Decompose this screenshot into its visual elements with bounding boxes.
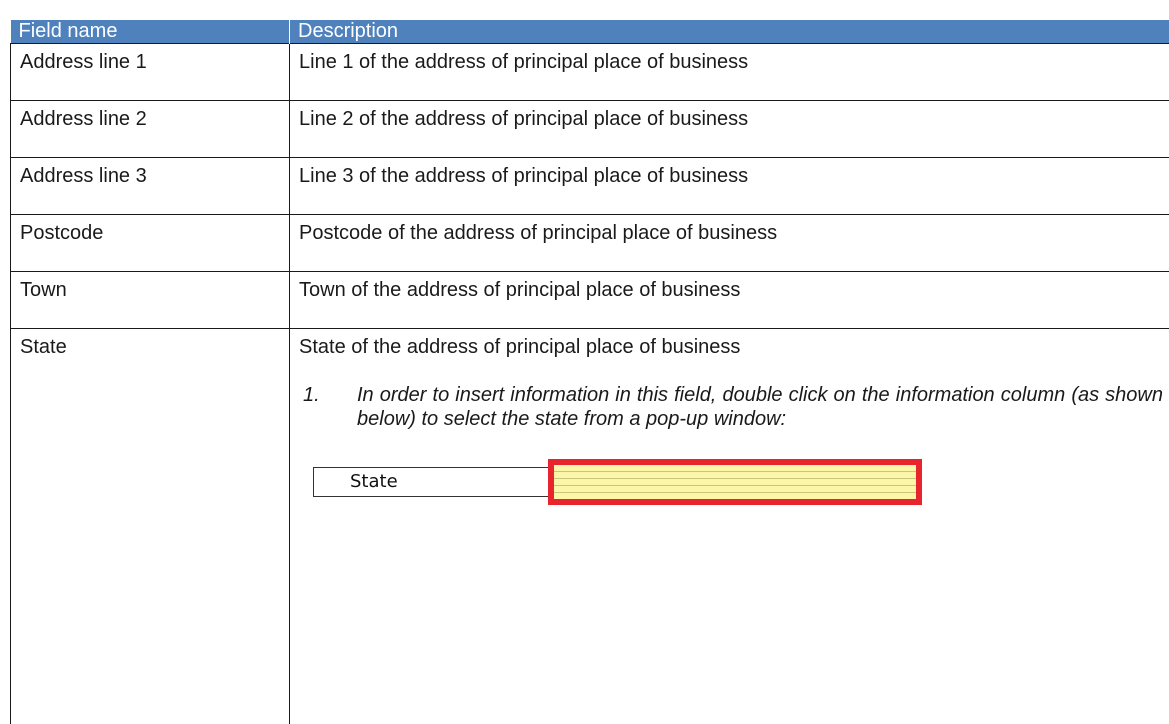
table-row: Address line 2 Line 2 of the address of … (11, 101, 1169, 158)
table-row: Town Town of the address of principal pl… (11, 272, 1169, 329)
state-input-field[interactable] (548, 459, 922, 505)
description-cell: Line 1 of the address of principal place… (290, 44, 1169, 101)
table-header-row: Field name Description (11, 20, 1169, 44)
state-field-label: State (313, 467, 549, 497)
description-cell: State of the address of principal place … (290, 329, 1169, 724)
field-name-cell: State (11, 329, 290, 724)
instruction-note: 1. In order to insert information in thi… (303, 383, 1163, 431)
table-row: Postcode Postcode of the address of prin… (11, 215, 1169, 272)
description-cell: Line 3 of the address of principal place… (290, 158, 1169, 215)
field-description-table: Field name Description Address line 1 Li… (10, 20, 1169, 724)
field-name-cell: Address line 2 (11, 101, 290, 158)
description-cell: Town of the address of principal place o… (290, 272, 1169, 329)
table-row: State State of the address of principal … (11, 329, 1169, 724)
table-row: Address line 1 Line 1 of the address of … (11, 44, 1169, 101)
description-cell: Line 2 of the address of principal place… (290, 101, 1169, 158)
column-header-field-name: Field name (11, 20, 290, 44)
note-number: 1. (303, 383, 357, 431)
table-row: Address line 3 Line 3 of the address of … (11, 158, 1169, 215)
field-name-cell: Address line 3 (11, 158, 290, 215)
column-header-description: Description (290, 20, 1169, 44)
description-cell: Postcode of the address of principal pla… (290, 215, 1169, 272)
field-name-cell: Address line 1 (11, 44, 290, 101)
note-text: In order to insert information in this f… (357, 383, 1163, 431)
field-name-cell: Postcode (11, 215, 290, 272)
state-description: State of the address of principal place … (299, 335, 1163, 359)
field-name-cell: Town (11, 272, 290, 329)
state-field-example: State (313, 459, 1163, 505)
